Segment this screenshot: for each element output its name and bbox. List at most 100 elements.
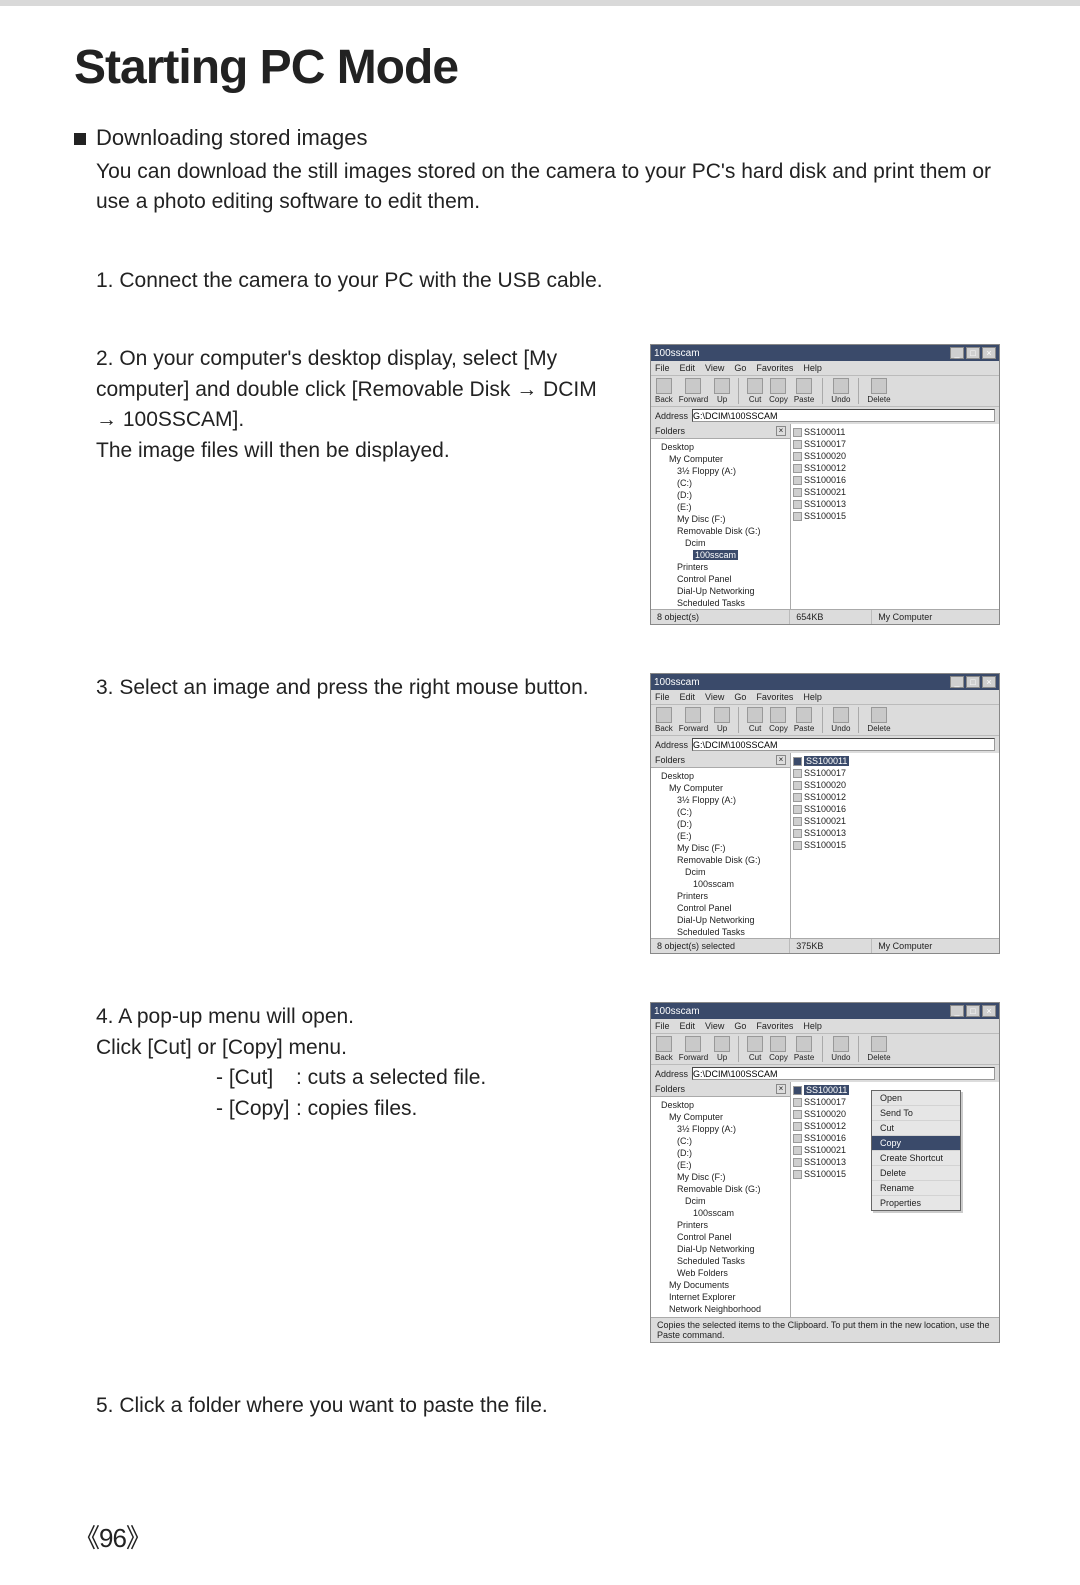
ctx-open[interactable]: Open [872,1091,960,1106]
forward-button[interactable]: Forward [679,707,708,733]
tree-item: My Disc (F:) [677,1171,788,1183]
close-icon[interactable]: × [982,676,996,688]
undo-button[interactable]: Undo [831,707,850,733]
undo-button[interactable]: Undo [831,378,850,404]
copy-button[interactable]: Copy [769,707,788,733]
file-list[interactable]: SS100011 SS100017 SS100020 SS100012 SS10… [791,424,999,609]
file-item: SS100016 [793,803,997,815]
minimize-icon[interactable]: _ [950,676,964,688]
folder-tree[interactable]: Folders × Desktop My Computer 3½ Floppy … [651,424,791,609]
undo-button[interactable]: Undo [831,1036,850,1062]
step-4-text-a: 4. A pop-up menu will open. [96,1002,610,1032]
address-input[interactable] [692,1067,995,1080]
file-item-selected: SS100011 [793,755,997,767]
delete-button[interactable]: Delete [867,1036,890,1062]
ctx-copy[interactable]: Copy [872,1136,960,1151]
menu-go[interactable]: Go [734,692,746,702]
maximize-icon[interactable]: □ [966,676,980,688]
address-label: Address [655,411,688,421]
tree-item: (E:) [677,1159,788,1171]
ctx-properties[interactable]: Properties [872,1196,960,1210]
menu-view[interactable]: View [705,363,724,373]
minimize-icon[interactable]: _ [950,347,964,359]
paste-button[interactable]: Paste [794,1036,814,1062]
menu-help[interactable]: Help [803,1021,822,1031]
menu-view[interactable]: View [705,1021,724,1031]
back-icon [656,1036,672,1052]
copy-icon [770,378,786,394]
paste-icon [796,707,812,723]
file-item: SS100021 [793,815,997,827]
image-file-icon [793,829,802,838]
up-button[interactable]: Up [714,378,730,404]
image-file-icon [793,464,802,473]
file-list[interactable]: SS100011 SS100017 SS100020 SS100012 SS10… [791,753,999,938]
tree-item: Dial-Up Networking [677,1243,788,1255]
menu-favorites[interactable]: Favorites [756,692,793,702]
menu-edit[interactable]: Edit [680,363,696,373]
close-icon[interactable]: × [982,1005,996,1017]
close-icon[interactable]: × [982,347,996,359]
tree-item: Desktop My Computer 3½ Floppy (A:) (C:) … [661,770,788,938]
ctx-shortcut[interactable]: Create Shortcut [872,1151,960,1166]
folders-pane-close-icon[interactable]: × [776,755,786,765]
menu-favorites[interactable]: Favorites [756,1021,793,1031]
cut-button[interactable]: Cut [747,378,763,404]
delete-button[interactable]: Delete [867,378,890,404]
paste-button[interactable]: Paste [794,378,814,404]
intro-text: You can download the still images stored… [74,157,1000,218]
paste-button[interactable]: Paste [794,707,814,733]
menu-go[interactable]: Go [734,1021,746,1031]
menu-help[interactable]: Help [803,692,822,702]
ctx-rename[interactable]: Rename [872,1181,960,1196]
folders-pane-close-icon[interactable]: × [776,426,786,436]
menu-edit[interactable]: Edit [680,1021,696,1031]
copy-button[interactable]: Copy [769,378,788,404]
tree-item: My Documents [669,1279,788,1291]
forward-button[interactable]: Forward [679,378,708,404]
menu-file[interactable]: File [655,363,670,373]
menu-favorites[interactable]: Favorites [756,363,793,373]
up-button[interactable]: Up [714,707,730,733]
menu-edit[interactable]: Edit [680,692,696,702]
folder-tree[interactable]: Folders × Desktop My Computer 3½ Floppy … [651,753,791,938]
file-list[interactable]: SS100011 SS100017 SS100020 SS100012 SS10… [791,1082,999,1317]
ctx-sendto[interactable]: Send To [872,1106,960,1121]
back-button[interactable]: Back [655,1036,673,1062]
back-button[interactable]: Back [655,707,673,733]
menu-view[interactable]: View [705,692,724,702]
delete-button[interactable]: Delete [867,707,890,733]
file-item: SS100017 [793,767,997,779]
file-item: SS100013 [793,827,997,839]
address-input[interactable] [692,409,995,422]
back-button[interactable]: Back [655,378,673,404]
cut-button[interactable]: Cut [747,1036,763,1062]
copy-button[interactable]: Copy [769,1036,788,1062]
forward-button[interactable]: Forward [679,1036,708,1062]
tree-item: 3½ Floppy (A:) [677,1123,788,1135]
tree-item: Internet Explorer [669,1291,788,1303]
image-file-icon [793,1098,802,1107]
tree-item: (D:) [677,489,788,501]
explorer-screenshot-2: 100sscam _ □ × File Edit View Go Favorit… [650,673,1000,954]
folders-pane-close-icon[interactable]: × [776,1084,786,1094]
menu-help[interactable]: Help [803,363,822,373]
maximize-icon[interactable]: □ [966,1005,980,1017]
cut-button[interactable]: Cut [747,707,763,733]
top-rule [0,0,1080,6]
image-file-icon [793,1122,802,1131]
tree-item: Printers [677,890,788,902]
menu-file[interactable]: File [655,692,670,702]
ctx-delete[interactable]: Delete [872,1166,960,1181]
minimize-icon[interactable]: _ [950,1005,964,1017]
address-input[interactable] [692,738,995,751]
folder-tree[interactable]: Folders × Desktop My Computer 3½ Floppy … [651,1082,791,1317]
menu-file[interactable]: File [655,1021,670,1031]
up-button[interactable]: Up [714,1036,730,1062]
window-title: 100sscam [654,348,700,359]
back-icon [656,707,672,723]
maximize-icon[interactable]: □ [966,347,980,359]
ctx-cut[interactable]: Cut [872,1121,960,1136]
step-4-copy-desc: : copies files. [296,1097,417,1120]
menu-go[interactable]: Go [734,363,746,373]
